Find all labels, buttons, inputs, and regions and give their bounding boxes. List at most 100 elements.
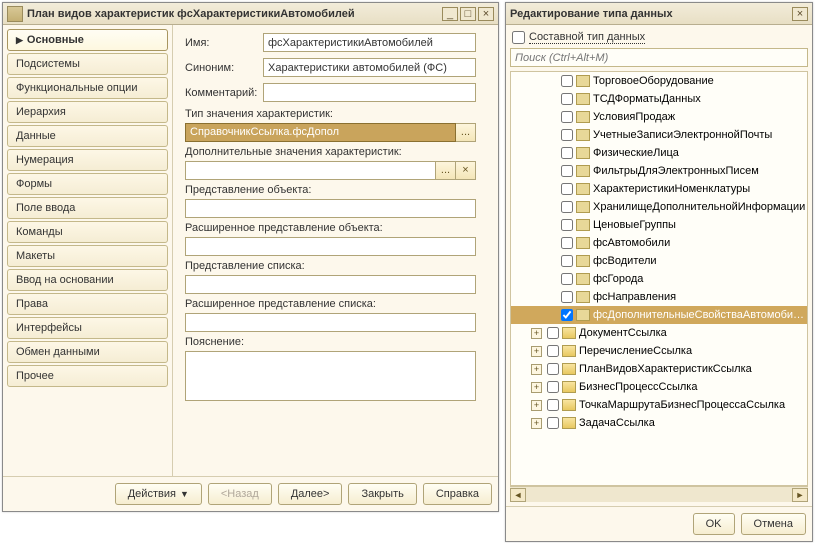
tree-checkbox[interactable] [561,219,573,231]
list-repr-input[interactable] [185,275,476,294]
tree-checkbox[interactable] [547,327,559,339]
tree-item[interactable]: УчетныеЗаписиЭлектроннойПочты [511,126,807,144]
close-window-button[interactable]: Закрыть [348,483,416,505]
tree-checkbox[interactable] [561,129,573,141]
compound-type-checkbox[interactable] [512,31,525,44]
tree-checkbox[interactable] [547,345,559,357]
tree-group[interactable]: +ЗадачаСсылка [511,414,807,432]
ext-list-repr-label: Расширенное представление списка: [185,298,476,310]
tree-item[interactable]: ТорговоеОборудование [511,72,807,90]
expand-icon[interactable]: + [531,364,542,375]
sidebar-tab-3[interactable]: Иерархия [7,101,168,123]
scroll-right-icon[interactable]: ► [792,488,808,502]
scroll-left-icon[interactable]: ◄ [510,488,526,502]
sidebar-tab-10[interactable]: Ввод на основании [7,269,168,291]
sidebar-tab-8[interactable]: Команды [7,221,168,243]
restore-button[interactable]: □ [460,7,476,21]
ref-icon [576,75,590,87]
addvals-select-button[interactable]: ... [436,161,456,180]
sidebar-tab-6[interactable]: Формы [7,173,168,195]
comment-input[interactable] [263,83,476,102]
synonym-input[interactable] [263,58,476,77]
window-icon [7,6,23,22]
tree-item[interactable]: ФизическиеЛица [511,144,807,162]
sidebar-tab-5[interactable]: Нумерация [7,149,168,171]
tree-group[interactable]: +ТочкаМаршрутаБизнесПроцессаСсылка [511,396,807,414]
tree-checkbox[interactable] [561,291,573,303]
close-button[interactable]: × [478,7,494,21]
sidebar-tab-1[interactable]: Подсистемы [7,53,168,75]
tree-item[interactable]: ХранилищеДополнительнойИнформации [511,198,807,216]
obj-repr-input[interactable] [185,199,476,218]
addvals-clear-button[interactable]: × [456,161,476,180]
type-select-button[interactable]: ... [456,123,476,142]
sidebar-tab-9[interactable]: Макеты [7,245,168,267]
expand-icon[interactable]: + [531,328,542,339]
sidebar-tab-4[interactable]: Данные [7,125,168,147]
minimize-button[interactable]: _ [442,7,458,21]
help-button[interactable]: Справка [423,483,492,505]
tree-checkbox[interactable] [561,237,573,249]
characteristics-plan-window: План видов характеристик фсХарактеристик… [2,2,499,512]
tree-item-label: ТСДФорматыДанных [593,93,807,105]
ok-button[interactable]: OK [693,513,735,535]
folder-icon [562,381,576,393]
tree-checkbox[interactable] [561,111,573,123]
edit-data-type-window: Редактирование типа данных × Составной т… [505,2,813,542]
sidebar-tab-12[interactable]: Интерфейсы [7,317,168,339]
tree-checkbox[interactable] [561,309,573,321]
tree-checkbox[interactable] [561,147,573,159]
sidebar-tab-7[interactable]: Поле ввода [7,197,168,219]
tree-item[interactable]: фсГорода [511,270,807,288]
compound-type-label[interactable]: Составной тип данных [529,31,645,44]
tree-checkbox[interactable] [561,201,573,213]
types-tree[interactable]: ТорговоеОборудование ТСДФорматыДанных Усло… [510,71,808,486]
tree-item[interactable]: ФильтрыДляЭлектронныхПисем [511,162,807,180]
actions-button[interactable]: Действия▼ [115,483,202,505]
tree-checkbox[interactable] [547,381,559,393]
tree-checkbox[interactable] [561,255,573,267]
hscrollbar[interactable]: ◄ ► [510,486,808,502]
tree-checkbox[interactable] [561,183,573,195]
sidebar-tab-0[interactable]: Основные [7,29,168,51]
name-input[interactable] [263,33,476,52]
sidebar-tab-2[interactable]: Функциональные опции [7,77,168,99]
tree-checkbox[interactable] [561,93,573,105]
type-value-field[interactable]: СправочникСсылка.фсДопол [185,123,456,142]
tree-item[interactable]: фсНаправления [511,288,807,306]
tree-item[interactable]: ХарактеристикиНоменклатуры [511,180,807,198]
tree-checkbox[interactable] [561,75,573,87]
explain-input[interactable] [185,351,476,401]
tree-group[interactable]: +ПеречислениеСсылка [511,342,807,360]
tree-group[interactable]: +ДокументСсылка [511,324,807,342]
sidebar-tab-14[interactable]: Прочее [7,365,168,387]
titlebar-left: План видов характеристик фсХарактеристик… [3,3,498,25]
tree-item[interactable]: фсДополнительныеСвойстваАвтомобилей [511,306,807,324]
expand-icon[interactable]: + [531,382,542,393]
tree-item[interactable]: фсВодители [511,252,807,270]
tree-group[interactable]: +БизнесПроцессСсылка [511,378,807,396]
back-button[interactable]: <Назад [208,483,272,505]
tree-checkbox[interactable] [547,399,559,411]
ext-list-repr-input[interactable] [185,313,476,332]
tree-item[interactable]: УсловияПродаж [511,108,807,126]
tree-item[interactable]: фсАвтомобили [511,234,807,252]
search-input[interactable] [510,48,808,67]
close-button-right[interactable]: × [792,7,808,21]
tree-checkbox[interactable] [561,273,573,285]
tree-item[interactable]: ТСДФорматыДанных [511,90,807,108]
next-button[interactable]: Далее> [278,483,343,505]
expand-icon[interactable]: + [531,346,542,357]
cancel-button[interactable]: Отмена [741,513,806,535]
expand-icon[interactable]: + [531,418,542,429]
tree-checkbox[interactable] [561,165,573,177]
tree-group[interactable]: +ПланВидовХарактеристикСсылка [511,360,807,378]
sidebar-tab-11[interactable]: Права [7,293,168,315]
expand-icon[interactable]: + [531,400,542,411]
addvals-input[interactable] [185,161,436,180]
tree-checkbox[interactable] [547,363,559,375]
sidebar-tab-13[interactable]: Обмен данными [7,341,168,363]
tree-checkbox[interactable] [547,417,559,429]
tree-item[interactable]: ЦеновыеГруппы [511,216,807,234]
ext-obj-repr-input[interactable] [185,237,476,256]
